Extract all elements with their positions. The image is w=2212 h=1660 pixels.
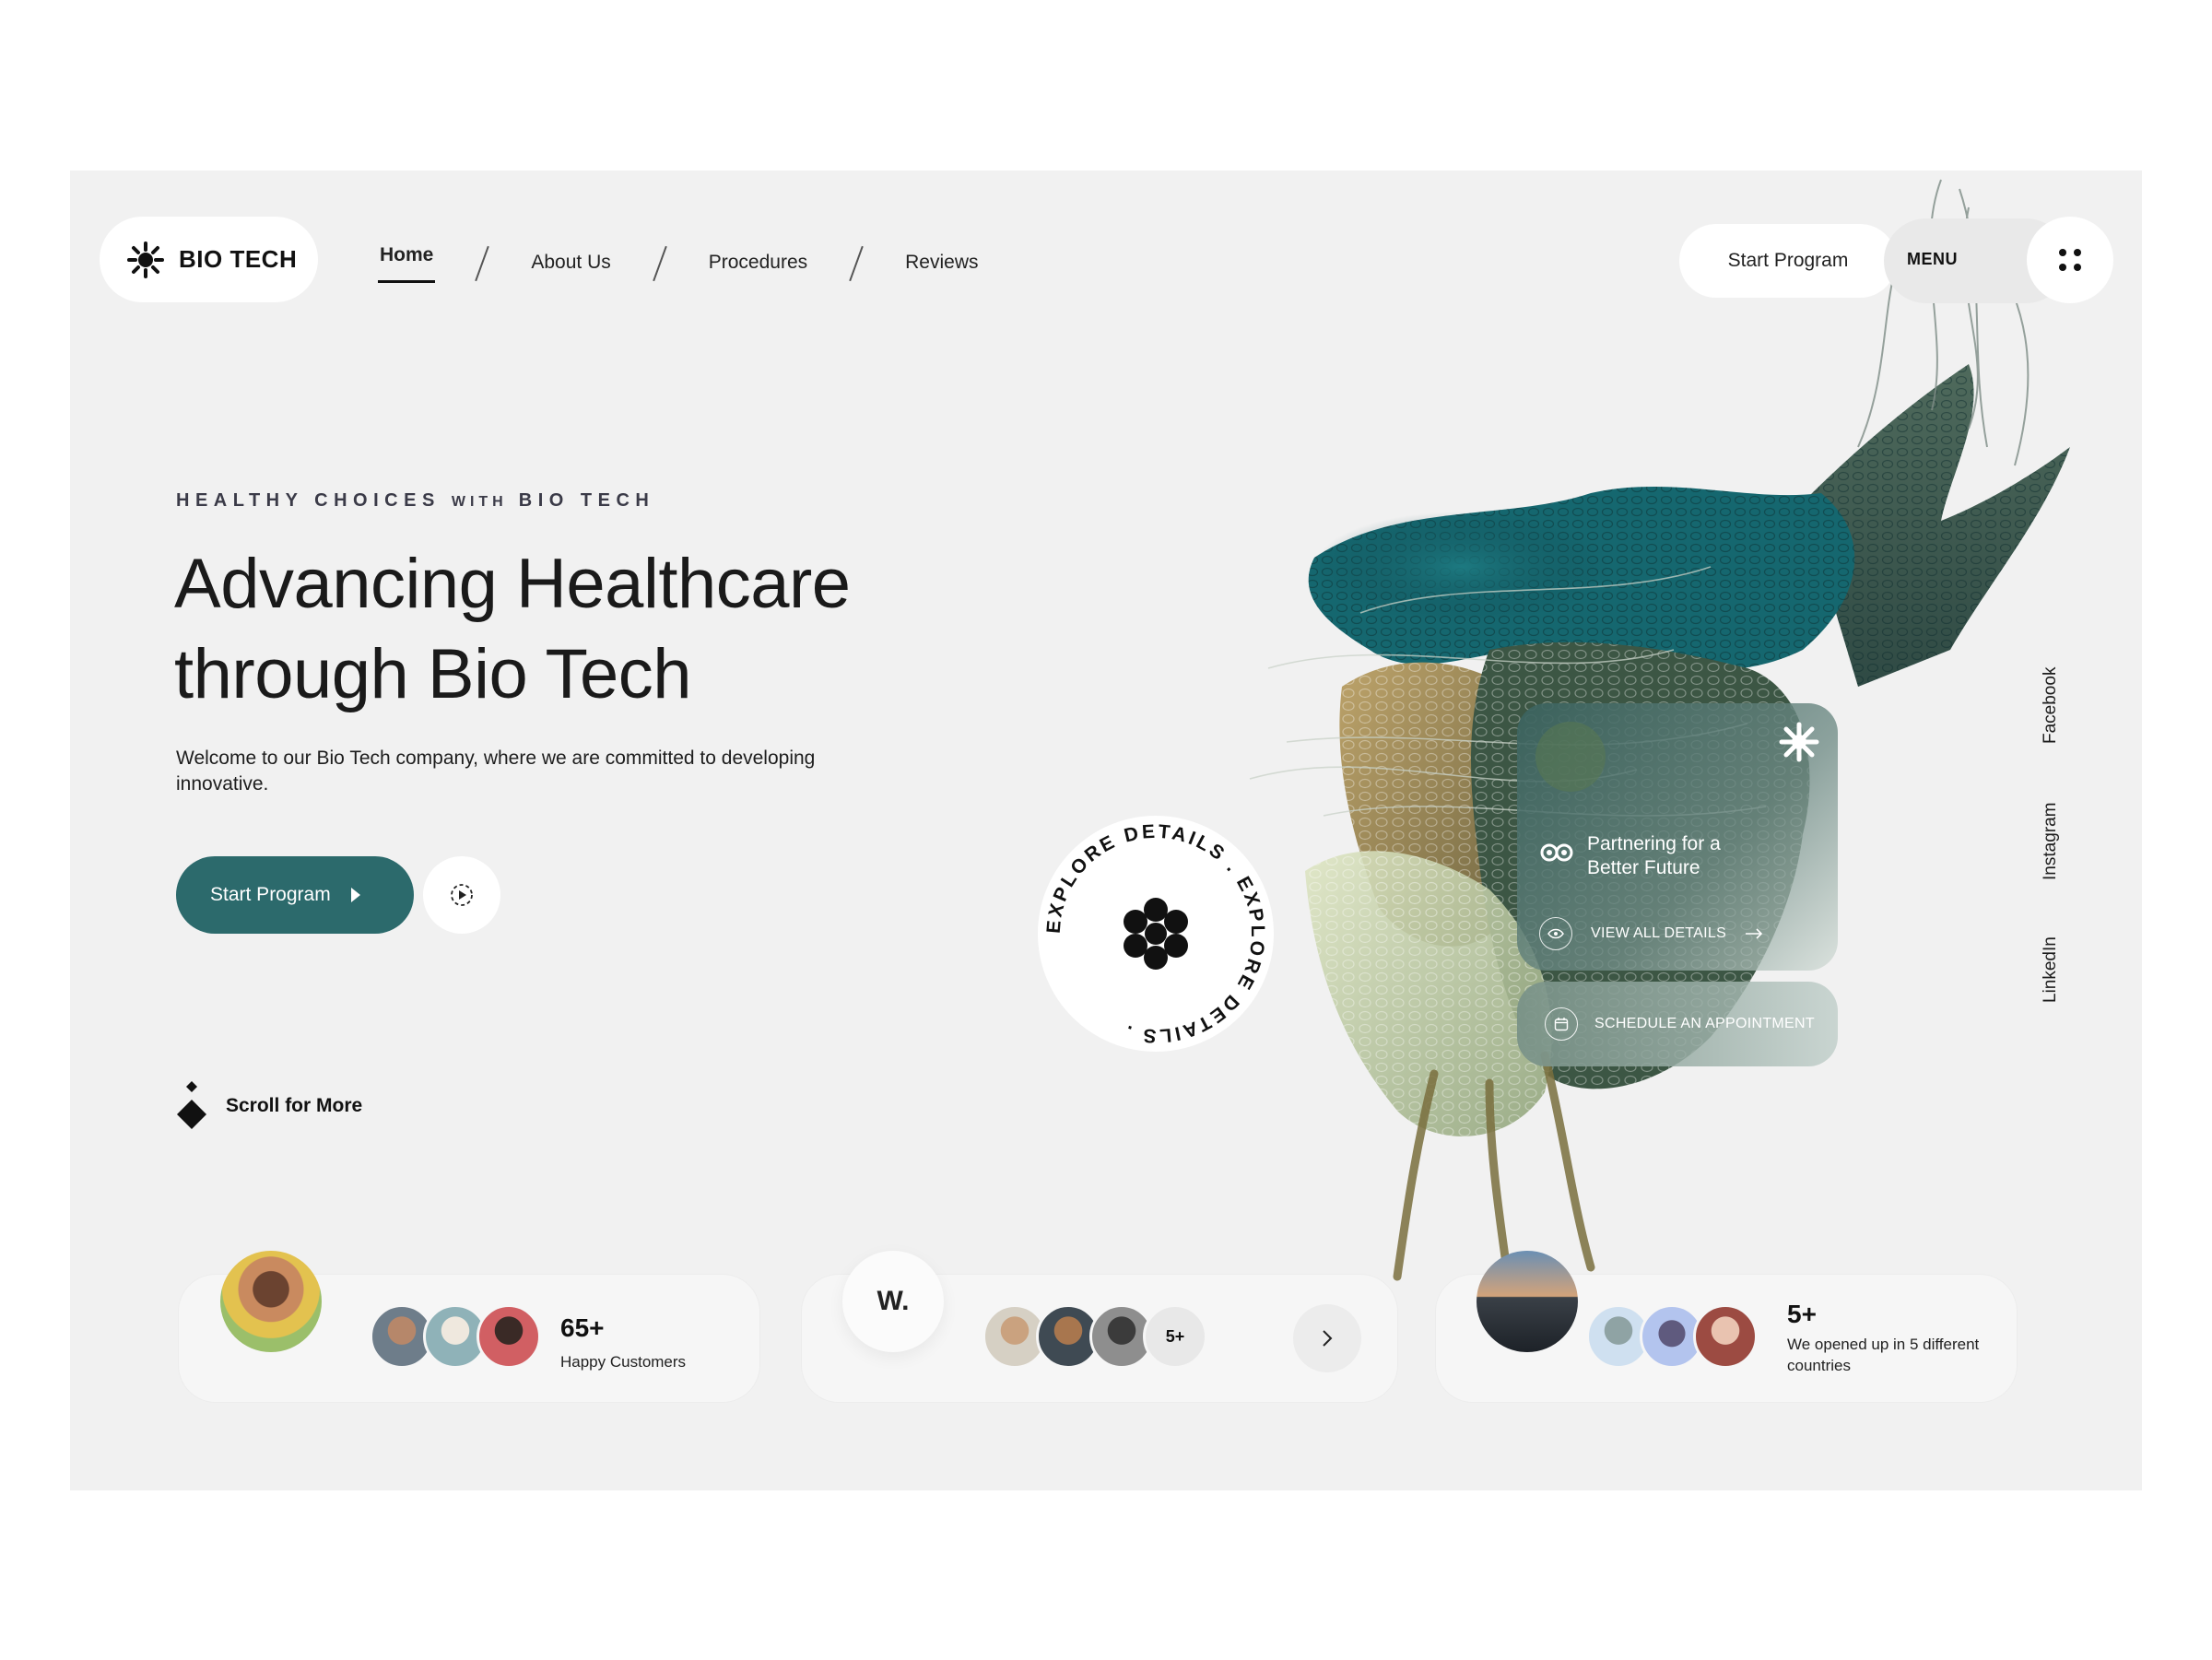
hero-subtext: Welcome to our Bio Tech company, where w… <box>176 748 816 795</box>
nav-divider <box>659 245 661 280</box>
card-title-row: Partnering for a Better Future <box>1539 832 1721 880</box>
country-thumb-taj-mahal <box>1693 1304 1758 1369</box>
partners-next-button[interactable] <box>1293 1304 1361 1372</box>
schedule-label: SCHEDULE AN APPOINTMENT <box>1594 1016 1815 1031</box>
start-program-button[interactable]: Start Program <box>176 856 414 934</box>
header-start-program-button[interactable]: Start Program <box>1679 224 1897 298</box>
kicker-text: HEALTHY CHOICES <box>176 490 441 511</box>
nav-about-us[interactable]: About Us <box>529 252 612 274</box>
partner-w-logo: W. <box>842 1251 944 1352</box>
logo-text: BIO TECH <box>179 245 298 273</box>
infinity-icon <box>1540 843 1573 862</box>
customers-count: 65+ <box>560 1313 605 1342</box>
nav-divider <box>481 245 483 280</box>
nav-procedures[interactable]: Procedures <box>707 252 809 274</box>
customers-caption: Happy Customers <box>560 1353 687 1371</box>
card-thumbnail <box>1535 722 1606 792</box>
explore-details-badge[interactable]: EXPLORE DETAILS . EXPLORE DETAILS . <box>1038 816 1274 1052</box>
play-icon <box>451 884 473 906</box>
card-title-line: Partnering for a <box>1587 833 1721 854</box>
menu-button[interactable] <box>2027 217 2113 303</box>
cta-label: Start Program <box>210 884 331 905</box>
kicker-text: BIO TECH <box>518 490 655 511</box>
hero-kicker: HEALTHY CHOICES WITH BIO TECH <box>176 490 654 512</box>
headline-line: Advancing Healthcare <box>174 545 851 623</box>
customer-avatar <box>477 1304 541 1369</box>
view-all-details-label: VIEW ALL DETAILS <box>1591 925 1727 941</box>
nav-home[interactable]: Home <box>378 244 436 283</box>
menu-label[interactable]: MENU <box>1907 250 1958 269</box>
eye-icon <box>1539 917 1572 950</box>
scroll-diamond-icon <box>177 1081 206 1129</box>
video-play-button[interactable] <box>423 856 500 934</box>
nav-divider <box>855 245 857 280</box>
view-all-details-link[interactable]: VIEW ALL DETAILS <box>1539 917 1763 950</box>
more-partners-count[interactable]: 5+ <box>1143 1304 1207 1369</box>
bio-tech-logo-icon <box>127 241 164 278</box>
featured-customer-avatar <box>220 1251 322 1352</box>
scroll-label: Scroll for More <box>226 1095 363 1116</box>
scroll-indicator[interactable]: Scroll for More <box>176 1081 362 1131</box>
menu-dots-icon <box>2059 249 2081 271</box>
countries-count: 5+ <box>1787 1300 1817 1328</box>
headline-line: through Bio Tech <box>174 635 692 713</box>
main-nav: Home About Us Procedures Reviews <box>378 240 981 286</box>
countries-caption-line: countries <box>1787 1357 1851 1374</box>
star-icon <box>1779 722 1819 762</box>
page-frame: BIO TECH Home About Us Procedures Review… <box>70 171 2142 1490</box>
arrow-right-icon <box>1746 928 1763 939</box>
countries-caption-line: We opened up in 5 different <box>1787 1336 1980 1353</box>
countries-card: 5+ We opened up in 5 different countries <box>1436 1251 2017 1402</box>
calendar-icon <box>1545 1007 1578 1041</box>
play-arrow-icon <box>350 888 360 902</box>
logo[interactable]: BIO TECH <box>100 217 318 302</box>
hero-headline: Advancing Healthcare through Bio Tech <box>174 539 1004 720</box>
nav-reviews[interactable]: Reviews <box>903 252 980 274</box>
card-title-line: Better Future <box>1587 857 1700 878</box>
kicker-text: WITH <box>451 494 508 510</box>
schedule-appointment-button[interactable]: SCHEDULE AN APPOINTMENT <box>1517 982 1838 1066</box>
customers-card: 65+ Happy Customers <box>179 1251 759 1402</box>
city-skyline-image <box>1477 1251 1578 1352</box>
countries-caption: We opened up in 5 different countries <box>1787 1334 1979 1376</box>
card-title: Partnering for a Better Future <box>1587 832 1721 880</box>
chevron-right-icon <box>1323 1330 1333 1347</box>
partnering-card[interactable]: Partnering for a Better Future VIEW ALL … <box>1517 703 1838 971</box>
